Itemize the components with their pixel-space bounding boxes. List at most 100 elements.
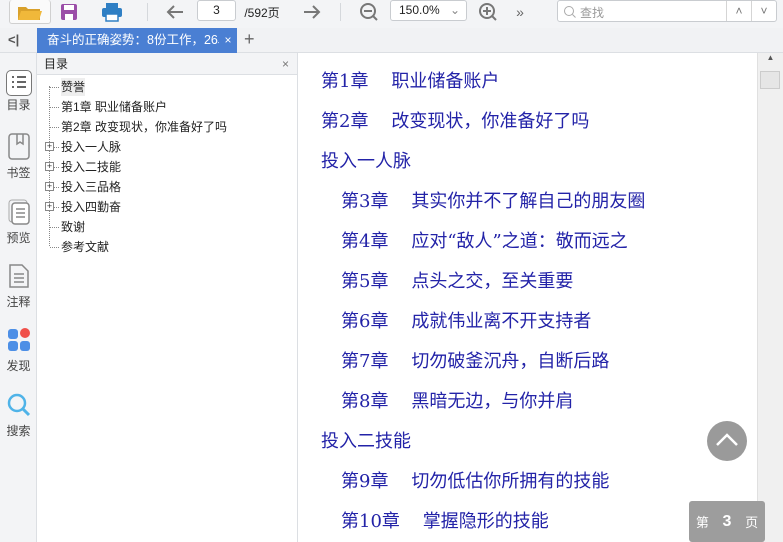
search-icon bbox=[564, 6, 576, 18]
toc-link[interactable]: 第5章 点头之交，至关重要 bbox=[341, 267, 573, 293]
vertical-scrollbar[interactable]: ▲ bbox=[757, 53, 783, 542]
toc-item[interactable]: 投入三品格 bbox=[61, 178, 121, 196]
tree-connector bbox=[50, 227, 59, 228]
next-page-button[interactable] bbox=[300, 0, 324, 24]
toc-link[interactable]: 第6章 成就伟业离不开支持者 bbox=[341, 307, 591, 333]
chevron-up-icon bbox=[716, 433, 738, 446]
document-view: 第1章 职业储备账户第2章 改变现状，你准备好了吗 投入一人脉第3章 其实你并不了… bbox=[298, 53, 757, 542]
sidebar-item-label: 发现 bbox=[6, 359, 31, 373]
toolbar: 3 /592页 150.0% ⌄ » 查找 ˄ ˅ bbox=[0, 0, 783, 28]
sidebar-item-preview[interactable]: 预览 bbox=[0, 198, 37, 246]
toc-link[interactable]: 投入二技能 bbox=[321, 427, 411, 453]
save-icon bbox=[61, 4, 77, 20]
tab-title: 奋斗的正确姿势：8份工作，26段经历 bbox=[47, 33, 237, 47]
arrow-left-icon bbox=[166, 5, 183, 19]
scroll-thumb[interactable] bbox=[760, 71, 780, 89]
left-icon-bar: 目录 书签 预览 注释 发现 搜索 bbox=[0, 53, 37, 542]
toc-item-label: 投入一人脉 bbox=[61, 140, 122, 154]
sidebar-item-search[interactable]: 搜索 bbox=[0, 391, 37, 439]
tree-connector bbox=[50, 107, 59, 108]
page-prefix: 第 bbox=[695, 515, 709, 530]
sidebar-item-discover[interactable]: 发现 bbox=[0, 326, 37, 374]
toc-link[interactable]: 第9章 切勿低估你所拥有的技能 bbox=[341, 467, 609, 493]
zoom-out-icon bbox=[360, 3, 378, 21]
page-total: /592页 bbox=[244, 5, 280, 20]
print-button[interactable] bbox=[100, 0, 124, 24]
chevron-down-icon: ⌄ bbox=[449, 3, 460, 17]
toc-item-label: 参考文献 bbox=[61, 240, 110, 254]
toc-link[interactable]: 第3章 其实你并不了解自己的朋友圈 bbox=[341, 187, 645, 213]
collapse-sidebar-button[interactable]: <| bbox=[8, 32, 19, 47]
tab-document[interactable]: 奋斗的正确姿势：8份工作，26段经历 bbox=[37, 28, 237, 53]
expand-icon[interactable]: + bbox=[45, 162, 54, 171]
toc-item[interactable]: 投入二技能 bbox=[61, 158, 121, 176]
bookmark-icon bbox=[7, 133, 30, 160]
search-next-button[interactable]: ˅ bbox=[751, 1, 776, 21]
toc-item[interactable]: 投入四勤奋 bbox=[61, 198, 121, 216]
tree-connector bbox=[50, 247, 59, 248]
toc-item-label: 第2章 改变现状，你准备好了吗 bbox=[61, 120, 228, 134]
toc-item[interactable]: 第2章 改变现状，你准备好了吗 bbox=[61, 118, 227, 136]
tab-close-button[interactable]: × bbox=[219, 28, 237, 53]
sidebar-item-label: 搜索 bbox=[6, 424, 31, 438]
open-file-button[interactable] bbox=[9, 0, 51, 24]
toc-item[interactable]: 参考文献 bbox=[61, 238, 109, 256]
search-box[interactable]: 查找 ˄ ˅ bbox=[557, 0, 777, 22]
save-button[interactable] bbox=[58, 0, 80, 24]
sidebar-item-toc[interactable]: 目录 bbox=[0, 70, 37, 113]
search-icon bbox=[7, 393, 30, 417]
toc-link[interactable]: 第7章 切勿破釜沉舟，自断后路 bbox=[341, 347, 609, 373]
back-to-top-button[interactable] bbox=[707, 421, 747, 461]
expand-icon[interactable]: + bbox=[45, 182, 54, 191]
zoom-out-button[interactable] bbox=[357, 0, 381, 24]
sidebar-item-label: 预览 bbox=[6, 231, 31, 245]
toc-panel: 目录 × 赞誉第1章 职业储备账户第2章 改变现状，你准备好了吗 投入一人脉 + 投入… bbox=[37, 53, 298, 542]
search-prev-button[interactable]: ˄ bbox=[726, 1, 751, 21]
toc-link[interactable]: 第2章 改变现状，你准备好了吗 bbox=[321, 107, 589, 133]
tree-connector bbox=[50, 87, 59, 88]
toc-header: 目录 × bbox=[37, 53, 297, 75]
folder-icon bbox=[18, 6, 42, 20]
sidebar-item-label: 书签 bbox=[6, 166, 31, 180]
list-icon bbox=[5, 70, 32, 96]
zoom-select[interactable]: 150.0% ⌄ bbox=[390, 0, 467, 21]
toc-link[interactable]: 第10章 掌握隐形的技能 bbox=[341, 507, 549, 533]
toc-item[interactable]: 赞誉 bbox=[61, 78, 86, 96]
expand-icon[interactable]: + bbox=[45, 202, 54, 211]
toc-close-button[interactable]: × bbox=[282, 53, 289, 75]
more-tools-button[interactable]: » bbox=[510, 0, 530, 24]
toc-item-label: 投入四勤奋 bbox=[61, 200, 122, 214]
page-indicator: 第 3 页 bbox=[689, 501, 765, 542]
toc-item-label: 赞誉 bbox=[61, 80, 86, 94]
toc-item[interactable]: 投入一人脉 bbox=[61, 138, 121, 156]
toc-item-label: 投入二技能 bbox=[61, 160, 122, 174]
prev-page-button[interactable] bbox=[163, 0, 187, 24]
expand-icon[interactable]: + bbox=[45, 142, 54, 151]
pages-icon bbox=[8, 199, 30, 225]
note-icon bbox=[8, 264, 29, 288]
toc-link[interactable]: 第1章 职业储备账户 bbox=[321, 67, 499, 93]
toc-item[interactable]: 致谢 bbox=[61, 218, 85, 236]
sidebar-item-label: 注释 bbox=[6, 295, 31, 309]
sidebar-item-label: 目录 bbox=[6, 98, 31, 112]
toc-item-label: 投入三品格 bbox=[61, 180, 122, 194]
apps-icon bbox=[7, 328, 30, 351]
zoom-value: 150.0% bbox=[399, 3, 440, 17]
toc-item-label: 致谢 bbox=[61, 220, 86, 234]
page-suffix: 页 bbox=[745, 515, 759, 530]
page-number-input[interactable]: 3 bbox=[197, 0, 236, 21]
toc-item[interactable]: 第1章 职业储备账户 bbox=[61, 98, 167, 116]
sidebar-item-annotations[interactable]: 注释 bbox=[0, 262, 37, 310]
toc-link[interactable]: 第4章 应对“敌人”之道：敬而远之 bbox=[341, 227, 628, 253]
zoom-in-button[interactable] bbox=[476, 0, 500, 24]
printer-icon bbox=[102, 3, 122, 22]
toc-title: 目录 bbox=[44, 57, 69, 71]
toc-link[interactable]: 投入一人脉 bbox=[321, 147, 411, 173]
zoom-in-icon bbox=[479, 3, 497, 21]
toc-link[interactable]: 第8章 黑暗无边，与你并肩 bbox=[341, 387, 573, 413]
search-input[interactable]: 查找 bbox=[580, 4, 604, 21]
arrow-right-icon bbox=[304, 5, 321, 19]
scroll-up-arrow[interactable]: ▲ bbox=[758, 53, 783, 69]
sidebar-item-bookmarks[interactable]: 书签 bbox=[0, 133, 37, 181]
new-tab-button[interactable]: + bbox=[244, 29, 255, 50]
